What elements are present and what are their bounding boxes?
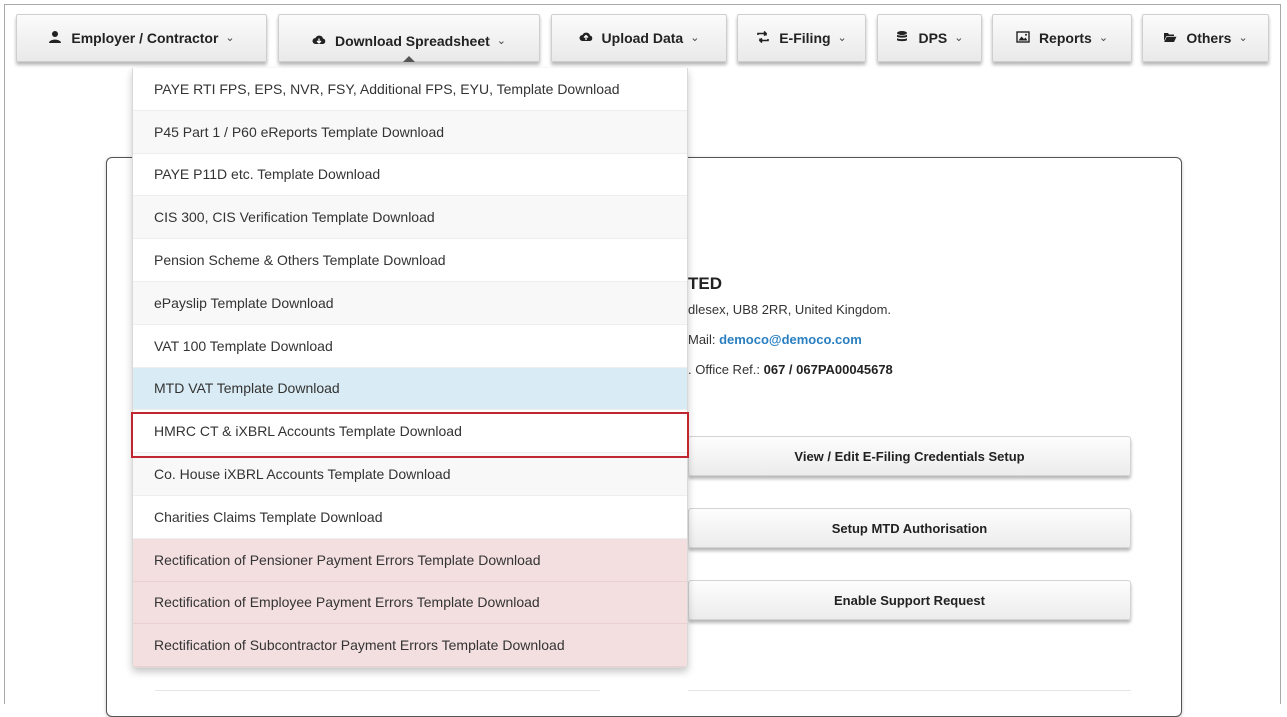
chevron-down-icon: ⌄ [496, 35, 507, 47]
menu-item-paye-rti[interactable]: PAYE RTI FPS, EPS, NVR, FSY, Additional … [133, 68, 687, 111]
divider [688, 690, 1131, 691]
company-name: TED [688, 274, 722, 293]
nav-dps-label: DPS [918, 30, 948, 46]
user-icon [48, 30, 62, 44]
company-address: dlesex, UB8 2RR, United Kingdom. [688, 302, 892, 317]
cloud-download-icon [312, 33, 326, 47]
image-report-icon [1016, 30, 1030, 44]
divider [155, 690, 600, 691]
nav-employer-contractor[interactable]: Employer / Contractor ⌄ [16, 14, 267, 62]
nav-reports[interactable]: Reports ⌄ [992, 14, 1132, 62]
chevron-down-icon: ⌄ [954, 32, 964, 44]
chevron-down-icon: ⌄ [1098, 32, 1109, 44]
menu-item-epayslip[interactable]: ePayslip Template Download [133, 281, 687, 325]
nav-dps[interactable]: DPS ⌄ [877, 14, 982, 62]
menu-item-p11d[interactable]: PAYE P11D etc. Template Download [133, 153, 687, 197]
company-email-row: Mail: democo@democo.com [688, 332, 862, 347]
chevron-down-icon: ⌄ [225, 32, 235, 44]
enable-support-request-button[interactable]: Enable Support Request [688, 580, 1131, 620]
active-pointer-icon [403, 56, 415, 62]
office-ref-row: . Office Ref.: 067 / 067PA00045678 [688, 362, 893, 377]
menu-item-mtd-vat[interactable]: MTD VAT Template Download [133, 367, 687, 411]
nav-download-spreadsheet[interactable]: Download Spreadsheet ⌄ [278, 14, 540, 62]
setup-mtd-authorisation-button[interactable]: Setup MTD Authorisation [688, 508, 1131, 548]
menu-item-vat-100[interactable]: VAT 100 Template Download [133, 324, 687, 368]
chevron-down-icon: ⌄ [837, 32, 847, 44]
nav-upload-label: Upload Data [601, 30, 684, 46]
menu-item-co-house-ixbrl[interactable]: Co. House iXBRL Accounts Template Downlo… [133, 453, 687, 496]
database-icon [895, 30, 909, 44]
email-link[interactable]: democo@democo.com [719, 332, 862, 347]
nav-e-filing[interactable]: E-Filing ⌄ [737, 14, 866, 62]
chevron-down-icon: ⌄ [690, 32, 700, 44]
menu-item-rectification-subcontractor[interactable]: Rectification of Subcontractor Payment E… [133, 624, 687, 667]
nav-reports-label: Reports [1038, 30, 1092, 46]
nav-download-label: Download Spreadsheet [334, 33, 490, 49]
email-label: Mail: [688, 332, 720, 347]
nav-others-label: Others [1186, 30, 1232, 46]
retweet-icon [756, 30, 770, 44]
menu-item-pension-scheme[interactable]: Pension Scheme & Others Template Downloa… [133, 239, 687, 282]
folder-open-icon [1163, 30, 1177, 44]
office-ref-label: . Office Ref.: [688, 362, 764, 377]
menu-item-hmrc-ct-ixbrl[interactable]: HMRC CT & iXBRL Accounts Template Downlo… [133, 410, 687, 454]
menu-item-p45-p60[interactable]: P45 Part 1 / P60 eReports Template Downl… [133, 110, 687, 154]
menu-item-rectification-pensioner[interactable]: Rectification of Pensioner Payment Error… [133, 538, 687, 582]
download-spreadsheet-dropdown: PAYE RTI FPS, EPS, NVR, FSY, Additional … [132, 68, 688, 668]
edit-efiling-credentials-button[interactable]: View / Edit E-Filing Credentials Setup [688, 436, 1131, 476]
office-ref-value: 067 / 067PA00045678 [763, 362, 893, 377]
menu-item-charities-claims[interactable]: Charities Claims Template Download [133, 495, 687, 539]
nav-efiling-label: E-Filing [779, 30, 831, 46]
cloud-upload-icon [579, 30, 593, 44]
nav-others[interactable]: Others ⌄ [1142, 14, 1269, 62]
nav-upload-data[interactable]: Upload Data ⌄ [551, 14, 727, 62]
nav-employer-label: Employer / Contractor [71, 30, 219, 46]
menu-item-rectification-employee[interactable]: Rectification of Employee Payment Errors… [133, 581, 687, 625]
menu-item-cis-300[interactable]: CIS 300, CIS Verification Template Downl… [133, 196, 687, 240]
chevron-down-icon: ⌄ [1238, 32, 1248, 44]
